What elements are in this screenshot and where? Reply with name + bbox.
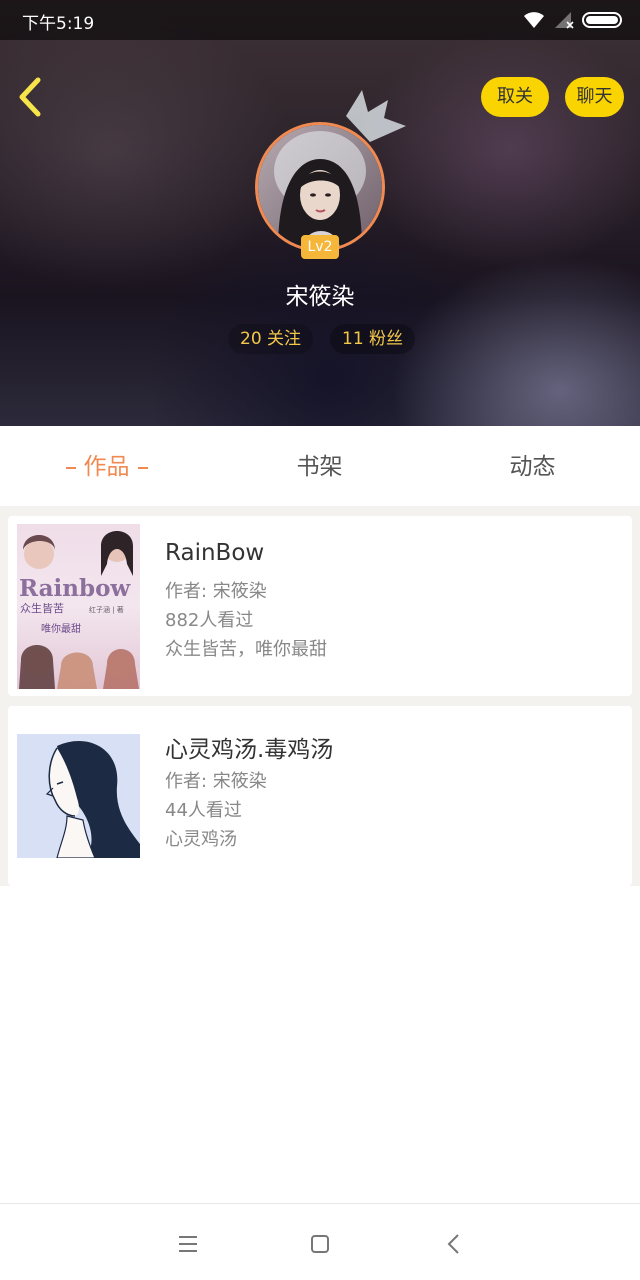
- profile-stats: 20 关注 11 粉丝: [0, 324, 640, 354]
- profile-name: 宋筱染: [285, 284, 355, 310]
- nav-menu-button[interactable]: [170, 1226, 206, 1262]
- book-views: 882人看过: [165, 610, 254, 631]
- cover-author-text: 红子涵 | 著: [89, 605, 124, 614]
- tab-indicator-right: [137, 466, 148, 469]
- tab-bookshelf-label: 书架: [296, 454, 343, 480]
- profile-header: 下午5:19 取关 聊天 Lv2 宋筱染 20 关注 11 粉丝: [0, 0, 640, 426]
- book-title: 心灵鸡汤.毒鸡汤: [165, 737, 334, 763]
- profile-tabs: 作品 书架 动态: [0, 426, 640, 506]
- wifi-icon: [524, 12, 544, 28]
- battery-icon: [582, 12, 622, 28]
- avatar-container: Lv2: [255, 122, 385, 259]
- fans-count[interactable]: 11 粉丝: [330, 324, 416, 354]
- tab-activity[interactable]: 动态: [426, 426, 639, 506]
- cover-title-text: Rainbow: [19, 575, 131, 602]
- book-summary: 心灵鸡汤: [165, 829, 237, 850]
- book-cover: [17, 734, 140, 858]
- system-nav-bar: [0, 1203, 640, 1280]
- nav-back-button[interactable]: [436, 1226, 472, 1262]
- nav-home-button[interactable]: [302, 1226, 338, 1262]
- status-bar: 下午5:19: [0, 0, 640, 40]
- book-cover: Rainbow 众生皆苦 红子涵 | 著 唯你最甜: [17, 524, 140, 689]
- signal-icon: [555, 12, 574, 29]
- following-count[interactable]: 20 关注: [228, 324, 314, 354]
- menu-icon: [179, 1236, 197, 1252]
- tab-works-label: 作品: [83, 454, 130, 480]
- nav-back-icon: [447, 1234, 459, 1254]
- back-button[interactable]: [14, 72, 54, 122]
- list-item[interactable]: Rainbow 众生皆苦 红子涵 | 著 唯你最甜 RainBow 作者: 宋筱…: [8, 516, 632, 696]
- book-summary: 众生皆苦，唯你最甜: [165, 639, 327, 660]
- tab-works[interactable]: 作品: [0, 426, 213, 506]
- status-time: 下午5:19: [22, 14, 95, 34]
- book-author: 作者: 宋筱染: [165, 581, 267, 602]
- cover-tag-text: 唯你最甜: [41, 622, 81, 635]
- list-item[interactable]: 心灵鸡汤.毒鸡汤 作者: 宋筱染 44人看过 心灵鸡汤: [8, 706, 632, 886]
- unfollow-button[interactable]: 取关: [481, 77, 549, 117]
- tab-bookshelf[interactable]: 书架: [213, 426, 426, 506]
- tab-activity-label: 动态: [509, 454, 556, 480]
- tab-indicator-left: [65, 466, 76, 469]
- book-author: 作者: 宋筱染: [165, 771, 267, 792]
- cover-sub-text: 众生皆苦: [20, 601, 64, 615]
- level-badge: Lv2: [301, 235, 339, 259]
- home-icon: [311, 1235, 329, 1253]
- book-views: 44人看过: [165, 800, 242, 821]
- avatar[interactable]: [255, 122, 385, 252]
- book-title: RainBow: [165, 540, 265, 566]
- back-arrow-icon: [19, 77, 41, 117]
- chat-button[interactable]: 聊天: [565, 77, 624, 117]
